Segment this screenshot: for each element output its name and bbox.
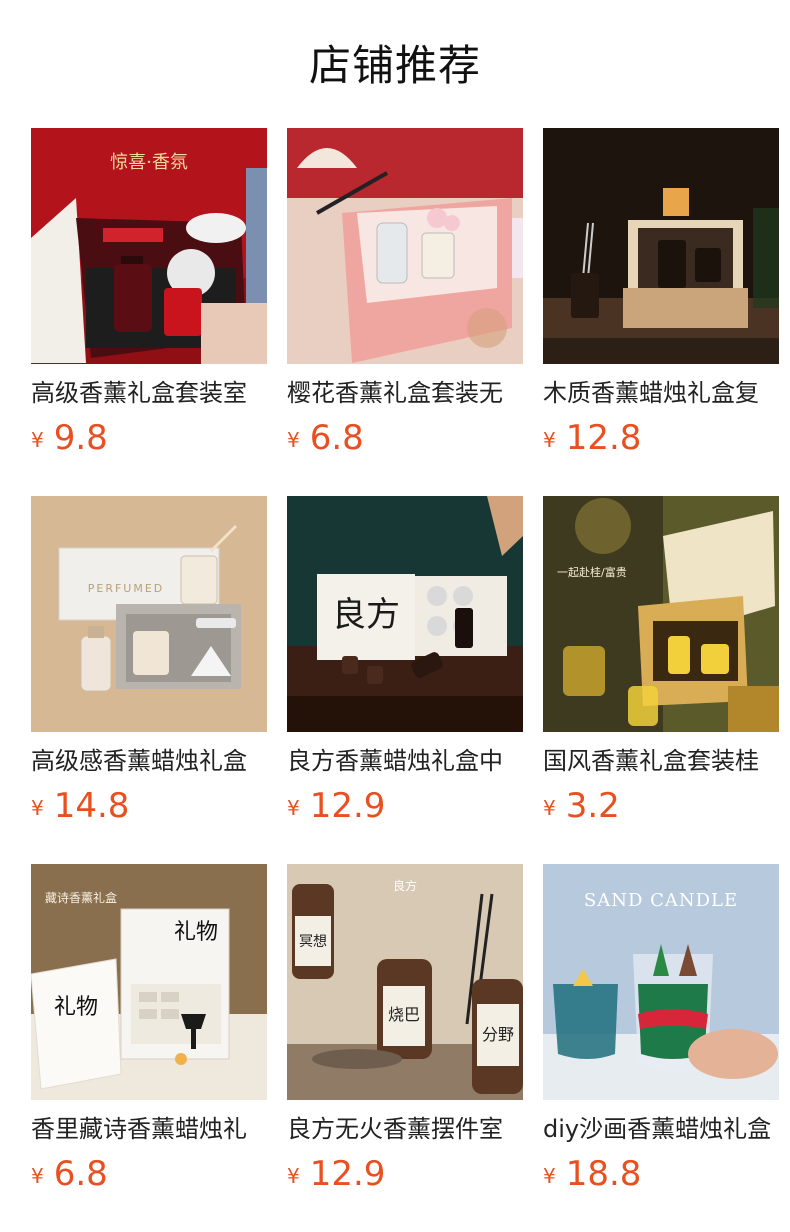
- currency-symbol: ¥: [543, 428, 556, 452]
- product-card[interactable]: 樱花香薰礼盒套装无 ¥6.8: [287, 128, 523, 496]
- p7-tag-text: 藏诗香薰礼盒: [45, 890, 117, 905]
- product-name[interactable]: 樱花香薰礼盒套装无: [287, 376, 523, 410]
- p7-bag-text: 礼物: [54, 995, 98, 1020]
- product-name[interactable]: 高级感香薰蜡烛礼盒: [31, 744, 267, 778]
- product-image[interactable]: [287, 128, 523, 364]
- p8-label1-text: 冥想: [299, 934, 327, 950]
- product-price: ¥6.8: [31, 1152, 267, 1196]
- price-value: 18.8: [565, 1154, 642, 1194]
- price-value: 3.2: [565, 786, 620, 826]
- product-card[interactable]: 良方 冥想 烧巴 分野 良方无火香薰摆件室 ¥12.9: [287, 864, 523, 1232]
- product-name[interactable]: 高级香薰礼盒套装室: [31, 376, 267, 410]
- p6-tag-text: 一起赴桂/富贵: [557, 565, 627, 579]
- product-image[interactable]: 良方 冥想 烧巴 分野: [287, 864, 523, 1100]
- product-price: ¥14.8: [31, 784, 267, 828]
- currency-symbol: ¥: [31, 796, 44, 820]
- product-price: ¥6.8: [287, 416, 523, 460]
- product-card[interactable]: SAND CANDLE diy沙画香薰蜡烛礼盒 ¥18.8: [543, 864, 779, 1232]
- product-price: ¥3.2: [543, 784, 779, 828]
- product-card[interactable]: 藏诗香薰礼盒 礼物 礼物 香里藏诗香薰蜡烛礼 ¥6.8: [31, 864, 267, 1232]
- p8-label2-text: 烧巴: [388, 1005, 420, 1024]
- price-value: 9.8: [53, 418, 108, 458]
- product-card[interactable]: 惊喜·香氛 高级香薰礼盒套装室 ¥9.8: [31, 128, 267, 496]
- product-card[interactable]: 一起赴桂/富贵 国风香薰礼盒套装桂 ¥3.2: [543, 496, 779, 864]
- product-price: ¥12.9: [287, 1152, 523, 1196]
- currency-symbol: ¥: [287, 428, 300, 452]
- p5-box-text: 良方: [332, 595, 400, 635]
- currency-symbol: ¥: [543, 1164, 556, 1188]
- price-value: 14.8: [53, 786, 130, 826]
- product-price: ¥12.8: [543, 416, 779, 460]
- product-grid: 惊喜·香氛 高级香薰礼盒套装室 ¥9.8 樱花香薰礼盒套装无 ¥ 6.8 木质香…: [31, 128, 781, 1232]
- product-image[interactable]: SAND CANDLE: [543, 864, 779, 1100]
- product-card[interactable]: 良方 良方香薰蜡烛礼盒中 ¥12.9: [287, 496, 523, 864]
- p9-banner-text: SAND CANDLE: [584, 890, 738, 911]
- price-value: 6.8: [53, 1154, 108, 1194]
- p7-box-text: 礼物: [174, 920, 218, 945]
- currency-symbol: ¥: [543, 796, 556, 820]
- store-recommendations-page: 店铺推荐 惊喜·香氛 高级香薰礼盒套装室 ¥ 9.8 樱花香薰礼盒套装无 ¥ 6…: [0, 0, 790, 1232]
- p8-label3-text: 分野: [482, 1025, 514, 1044]
- product-card[interactable]: 木质香薰蜡烛礼盒复 ¥12.8: [543, 128, 779, 496]
- product-name[interactable]: 良方无火香薰摆件室: [287, 1112, 523, 1146]
- price-value: 12.9: [309, 1154, 386, 1194]
- product-name[interactable]: 香里藏诗香薰蜡烛礼: [31, 1112, 267, 1146]
- price-value: 12.9: [309, 786, 386, 826]
- product-image[interactable]: 惊喜·香氛: [31, 128, 267, 364]
- product-name[interactable]: 木质香薰蜡烛礼盒复: [543, 376, 779, 410]
- price-value: 6.8: [309, 418, 364, 458]
- product-image[interactable]: 一起赴桂/富贵: [543, 496, 779, 732]
- currency-symbol: ¥: [31, 1164, 44, 1188]
- currency-symbol: ¥: [287, 796, 300, 820]
- product-image[interactable]: 良方: [287, 496, 523, 732]
- product-price: ¥9.8: [31, 416, 267, 460]
- product-price: ¥18.8: [543, 1152, 779, 1196]
- p8-tag-text: 良方: [393, 878, 417, 893]
- price-value: 12.8: [565, 418, 642, 458]
- p1-banner-text: 惊喜·香氛: [110, 152, 188, 173]
- product-name[interactable]: diy沙画香薰蜡烛礼盒: [543, 1112, 779, 1146]
- product-image[interactable]: PERFUMED: [31, 496, 267, 732]
- currency-symbol: ¥: [287, 1164, 300, 1188]
- product-image[interactable]: [543, 128, 779, 364]
- section-title: 店铺推荐: [308, 41, 481, 90]
- product-card[interactable]: PERFUMED 高级感香薰蜡烛礼盒 ¥14.8: [31, 496, 267, 864]
- product-price: ¥12.9: [287, 784, 523, 828]
- p4-box-text: PERFUMED: [88, 582, 165, 595]
- currency-symbol: ¥: [31, 428, 44, 452]
- product-image[interactable]: 藏诗香薰礼盒 礼物 礼物: [31, 864, 267, 1100]
- product-name[interactable]: 良方香薰蜡烛礼盒中: [287, 744, 523, 778]
- product-name[interactable]: 国风香薰礼盒套装桂: [543, 744, 779, 778]
